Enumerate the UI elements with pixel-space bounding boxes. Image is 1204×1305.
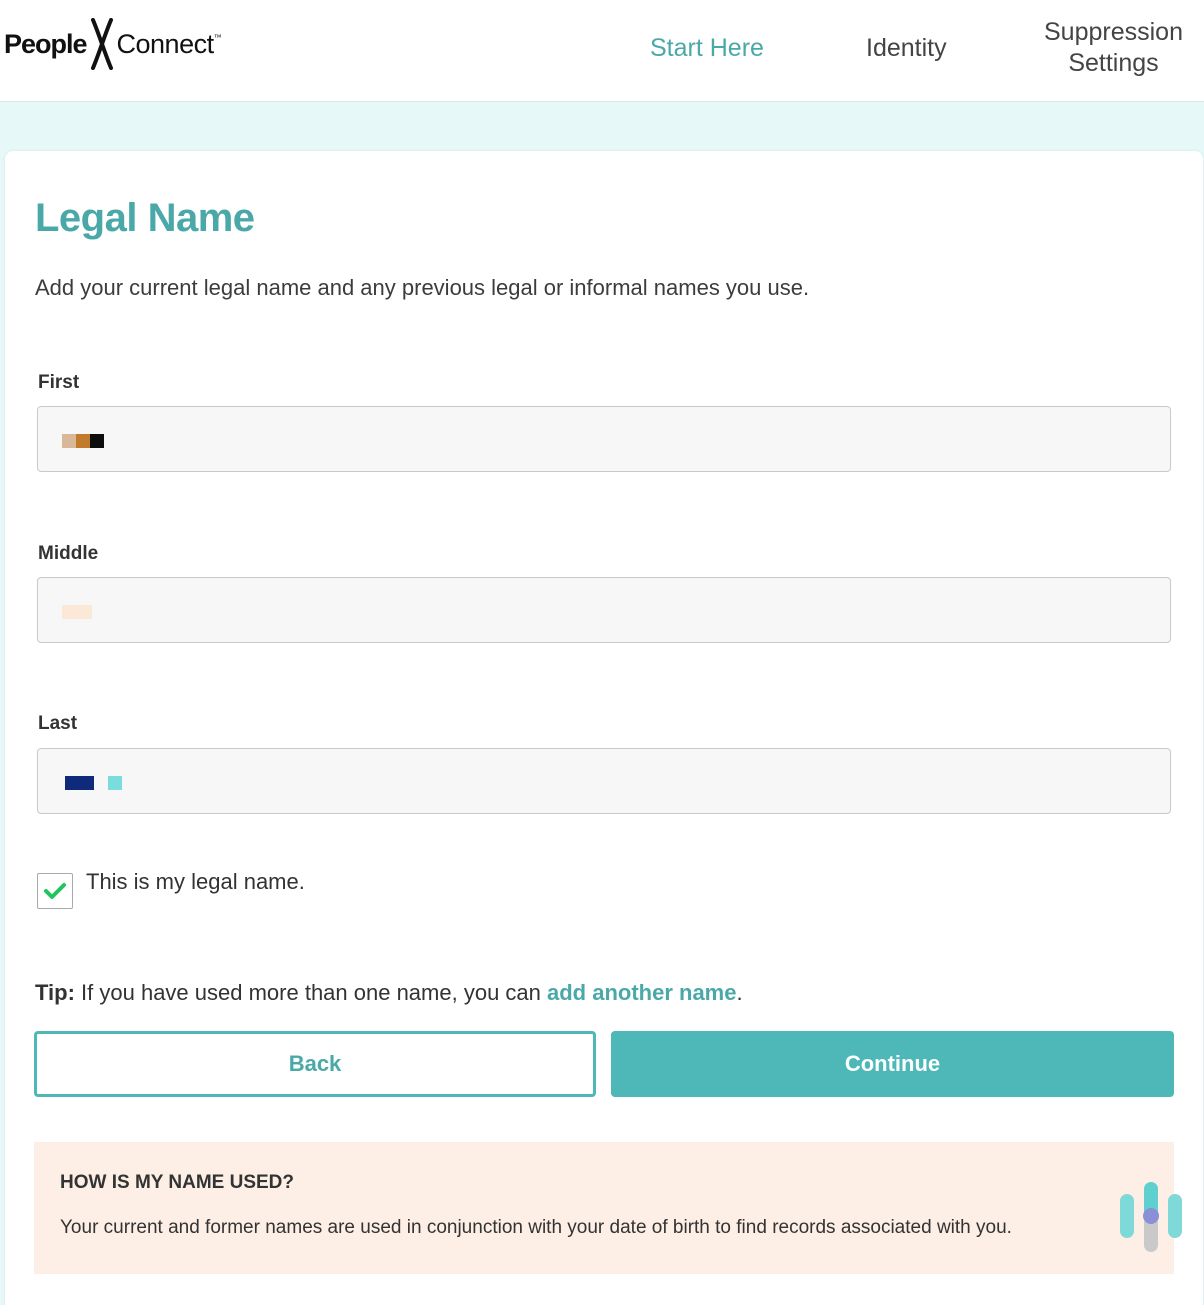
nav-identity[interactable]: Identity bbox=[866, 33, 947, 64]
checkmark-icon bbox=[44, 883, 66, 899]
redacted-pixel bbox=[62, 605, 92, 619]
page-title: Legal Name bbox=[35, 196, 255, 240]
middle-name-label: Middle bbox=[38, 543, 99, 564]
equalizer-widget-icon[interactable] bbox=[1116, 1178, 1186, 1254]
first-name-label: First bbox=[38, 372, 80, 393]
continue-button[interactable]: Continue bbox=[611, 1031, 1174, 1097]
name-usage-info-box: HOW IS MY NAME USED? Your current and fo… bbox=[34, 1142, 1174, 1274]
legal-name-checkbox[interactable] bbox=[37, 873, 73, 909]
tip-prefix: Tip: bbox=[35, 980, 75, 1005]
legal-name-checkbox-label: This is my legal name. bbox=[86, 869, 305, 894]
logo-tm: ™ bbox=[213, 32, 222, 42]
nav-suppression-line1: Suppression bbox=[1044, 18, 1183, 46]
tip-body: If you have used more than one name, you… bbox=[74, 980, 547, 1005]
peopleconnect-logo[interactable]: People Connect ™ bbox=[4, 18, 222, 70]
back-button[interactable]: Back bbox=[34, 1031, 596, 1097]
redacted-pixel bbox=[90, 434, 104, 448]
info-box-text: Your current and former names are used i… bbox=[60, 1217, 1012, 1238]
add-another-name-link[interactable]: add another name bbox=[547, 980, 736, 1005]
info-box-title: HOW IS MY NAME USED? bbox=[60, 1172, 294, 1193]
first-name-input[interactable] bbox=[37, 406, 1171, 472]
nav-start-here[interactable]: Start Here bbox=[650, 33, 764, 64]
redacted-pixel bbox=[65, 776, 94, 790]
nav-suppression-settings[interactable]: Suppression Settings bbox=[1044, 17, 1183, 79]
tip-suffix: . bbox=[736, 980, 743, 1005]
logo-connect-text: Connect bbox=[116, 28, 215, 59]
legal-name-card bbox=[5, 151, 1203, 1305]
logo-people-text: People bbox=[4, 28, 88, 59]
nav-suppression-line2: Settings bbox=[1068, 49, 1159, 77]
redacted-pixel bbox=[108, 776, 122, 790]
tip-text: Tip: If you have used more than one name… bbox=[35, 980, 743, 1006]
logo-x-icon bbox=[90, 18, 113, 70]
page-subtitle: Add your current legal name and any prev… bbox=[35, 275, 810, 300]
redacted-pixel bbox=[76, 434, 90, 448]
last-name-input[interactable] bbox=[37, 748, 1171, 814]
last-name-label: Last bbox=[38, 713, 78, 734]
redacted-pixel bbox=[62, 434, 76, 448]
middle-name-input[interactable] bbox=[37, 577, 1171, 643]
top-nav-bar: People Connect ™ Start Here Identity Sup… bbox=[0, 0, 1204, 102]
